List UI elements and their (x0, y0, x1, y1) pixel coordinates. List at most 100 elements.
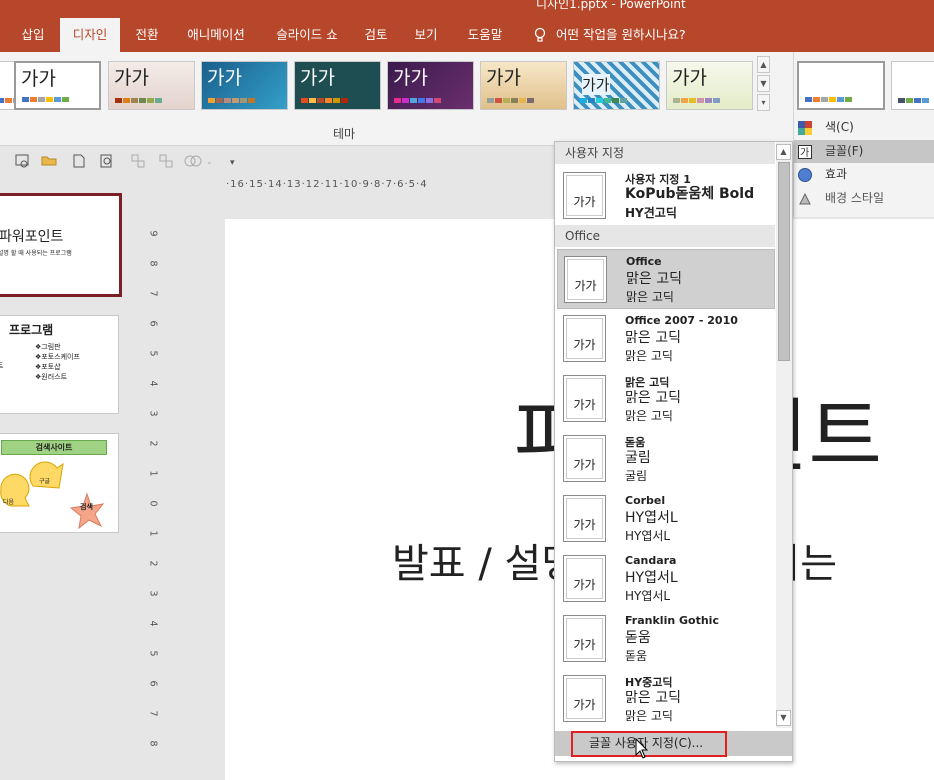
font-option-name: Corbel (625, 494, 666, 507)
colors-icon (798, 120, 812, 135)
font-option[interactable]: 가가 Office 2007 - 2010 맑은 고딕 맑은 고딕 (557, 309, 775, 369)
theme-thumb-5[interactable]: 가가 (387, 61, 474, 110)
window-title: 디자인1.pptx - PowerPoint (536, 0, 686, 11)
variants-pane: 색(C) 가 글꼴(F) 효과 배경 스타일 (793, 52, 934, 217)
thumb-list-item: 포토스케이프 (41, 353, 80, 361)
gallery-scroll-down[interactable]: ▼ (757, 75, 770, 92)
theme-thumb-4[interactable]: 가가 (294, 61, 381, 110)
theme-thumb-6[interactable]: 가가 (480, 61, 567, 110)
scroll-thumb[interactable] (778, 162, 790, 361)
variant-fonts-label: 글꼴(F) (825, 144, 864, 158)
variant-colors-item[interactable]: 색(C) (794, 116, 934, 139)
slide-thumb-1[interactable]: 파워포인트 발표 / 설명 할 때 사용되는 프로그램 (0, 193, 122, 297)
tab-insert[interactable]: 삽입 (10, 18, 56, 52)
font-preview-icon: 가가 (563, 315, 606, 362)
font-option-custom-1[interactable]: 가가 사용자 지정 1 KoPub돋움체 Bold HY견고딕 (557, 166, 775, 226)
font-option[interactable]: 가가 Candara HY엽서L HY엽서L (557, 549, 775, 609)
theme-text: 가가 (207, 67, 242, 89)
font-option-heading: 돋움 (625, 630, 651, 646)
fonts-icon: 가 (798, 144, 812, 159)
theme-thumb-8[interactable]: 가가 (666, 61, 753, 110)
quick-access-toolbar: ⌄ ▾ (0, 146, 553, 176)
font-option-body: 맑은 고딕 (625, 709, 673, 723)
tab-review[interactable]: 검토 (356, 18, 396, 52)
ruler-tick-label: 2 (147, 560, 159, 567)
theme-text: 가가 (393, 67, 428, 89)
ribbon-tabs: 삽입 디자인 전환 애니메이션 슬라이드 쇼 검토 보기 도움말 어떤 작업을 … (0, 18, 934, 52)
thumb-title: 검색사이트 (1, 440, 107, 455)
variant-thumb-1[interactable] (797, 61, 885, 110)
tab-animations[interactable]: 애니메이션 (176, 18, 256, 52)
font-option[interactable]: 가가 Franklin Gothic 돋움 돋움 (557, 609, 775, 669)
section-header-office: Office (555, 225, 775, 247)
font-option-heading: 맑은 고딕 (625, 330, 681, 346)
slide-thumb-3[interactable]: 검색사이트 구글 다음 검색 (0, 433, 119, 533)
tab-design[interactable]: 디자인 (60, 18, 120, 52)
theme-thumb-7[interactable]: 가가 (573, 61, 660, 110)
font-option-body: HY엽서L (625, 529, 671, 543)
font-option-heading: 맑은 고딕 (626, 271, 682, 287)
tell-me-box[interactable]: 어떤 작업을 원하시나요? (556, 18, 696, 52)
thumb-shape-label: 구글 (39, 478, 51, 485)
thumb-list-item: 포토샵 (41, 363, 61, 371)
ruler-tick-label: 5 (147, 650, 159, 657)
ruler-tick-label: 4 (147, 380, 159, 387)
gallery-scroll-up[interactable]: ▲ (757, 56, 770, 73)
ruler-tick-label: 8 (147, 740, 159, 747)
font-option-body: HY엽서L (625, 589, 671, 603)
font-option[interactable]: 가가 맑은 고딕 맑은 고딕 맑은 고딕 (557, 369, 775, 429)
mouse-cursor-icon (635, 738, 649, 759)
thumb-left-text: 트 (0, 361, 3, 371)
ruler-tick-label: 5 (147, 350, 159, 357)
variant-background-item[interactable]: 배경 스타일 (794, 187, 934, 210)
thumb-shape-label: 다음 (3, 499, 15, 506)
font-option-body: 굴림 (625, 469, 648, 483)
font-option-heading: 맑은 고딕 (625, 390, 681, 406)
toolbar-icons[interactable]: ⌄ ▾ (10, 146, 260, 176)
thumb-title: 프로그램 (9, 323, 54, 337)
thumb-title: 파워포인트 (0, 229, 64, 245)
scroll-up-arrow[interactable]: ▲ (776, 144, 791, 160)
font-option-body: 맑은 고딕 (626, 290, 674, 304)
ruler-tick-label: 1 (147, 530, 159, 537)
tab-transitions[interactable]: 전환 (124, 18, 170, 52)
font-option[interactable]: 가가 Office 맑은 고딕 맑은 고딕 (557, 249, 775, 309)
thumb-list-item: 그림판 (41, 343, 61, 351)
font-option[interactable]: 가가 HY중고딕 맑은 고딕 맑은 고딕 (557, 669, 775, 729)
theme-thumb-office[interactable]: 가가 (14, 61, 101, 110)
font-option[interactable]: 가가 돋움 굴림 굴림 (557, 429, 775, 489)
scroll-down-arrow[interactable]: ▼ (776, 710, 791, 726)
fonts-dropdown: 사용자 지정 가가 사용자 지정 1 KoPub돋움체 Bold HY견고딕 O… (554, 141, 793, 762)
lightbulb-icon[interactable] (528, 18, 552, 52)
font-option-body: 돋움 (625, 649, 648, 663)
theme-thumb-3[interactable]: 가가 (201, 61, 288, 110)
font-option-name: Candara (625, 554, 677, 567)
effects-icon (798, 167, 812, 182)
font-preview-icon: 가가 (563, 615, 606, 662)
font-preview-icon: 가가 (563, 555, 606, 602)
theme-thumb-2[interactable]: 가가 (108, 61, 195, 110)
font-option-name: Office 2007 - 2010 (625, 314, 738, 327)
tab-view[interactable]: 보기 (406, 18, 446, 52)
slide-thumb-2[interactable]: 프로그램 트 ❖그림판 ❖포토스케이프 ❖포토샵 ❖원러스트 (0, 315, 119, 414)
font-option-heading: HY엽서L (625, 570, 678, 586)
thumb-shape-label: 검색 (80, 503, 93, 511)
font-option-name: Office (626, 255, 662, 268)
font-option-heading: HY엽서L (625, 510, 678, 526)
variant-thumb-2[interactable] (891, 61, 934, 110)
font-option[interactable]: 가가 Corbel HY엽서L HY엽서L (557, 489, 775, 549)
svg-text:가: 가 (800, 147, 809, 159)
font-option-name: Franklin Gothic (625, 614, 719, 627)
tab-help[interactable]: 도움말 (458, 18, 512, 52)
variant-effects-item[interactable]: 효과 (794, 163, 934, 186)
font-preview-icon: 가가 (564, 256, 607, 303)
dropdown-scrollbar[interactable]: ▲ ▼ (776, 142, 792, 728)
ruler-tick-label: 3 (147, 590, 159, 597)
font-preview-icon: 가가 (563, 435, 606, 482)
ruler-tick-label: 2 (147, 440, 159, 447)
variant-fonts-item[interactable]: 가 글꼴(F) (794, 140, 934, 163)
tab-slideshow[interactable]: 슬라이드 쇼 (262, 18, 352, 52)
gallery-more[interactable]: ▾ (757, 94, 770, 111)
font-preview-icon: 가가 (563, 675, 606, 722)
ruler-tick-label: 4 (147, 620, 159, 627)
